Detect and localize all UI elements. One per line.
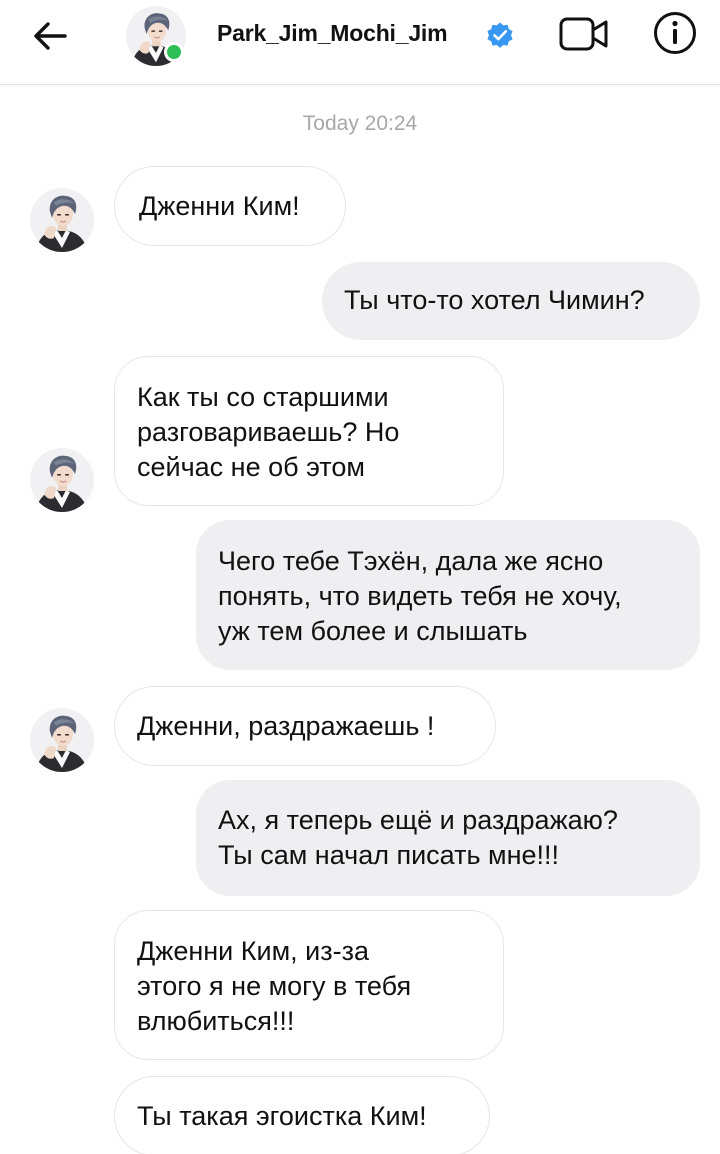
message-text-line: этого я не могу в тебя bbox=[137, 971, 412, 1001]
message-text-line: Ты что-то хотел Чимин? bbox=[344, 285, 645, 315]
outgoing-message-bubble[interactable]: Ты что-то хотел Чимин? bbox=[322, 262, 700, 340]
outgoing-message-bubble[interactable]: Чего тебе Тэхён, дала же ясно понять, чт… bbox=[196, 520, 700, 670]
contact-username[interactable]: Park_Jim_Mochi_Jim bbox=[217, 20, 448, 47]
profile-picture bbox=[30, 188, 94, 252]
sender-avatar[interactable] bbox=[30, 708, 94, 772]
message-text-line: понять, что видеть тебя не хочу, bbox=[218, 581, 622, 611]
video-call-button[interactable] bbox=[558, 12, 610, 56]
incoming-message-bubble[interactable]: Дженни Ким, из-за этого я не могу в тебя… bbox=[114, 910, 504, 1060]
message-text-line: Ах, я теперь ещё и раздражаю? bbox=[218, 805, 618, 835]
message-text-line: Дженни, раздражаешь ! bbox=[137, 711, 435, 741]
sender-avatar[interactable] bbox=[30, 188, 94, 252]
message-text-line: разговариваешь? Но bbox=[137, 417, 400, 447]
message-text-line: Чего тебе Тэхён, дала же ясно bbox=[218, 546, 604, 576]
chat-screen: Park_Jim_Mochi_Jim Today 20:24 Дженни Ки… bbox=[0, 0, 720, 1154]
message-text-line: Ты такая эгоистка Ким! bbox=[137, 1101, 427, 1131]
chat-header: Park_Jim_Mochi_Jim bbox=[0, 0, 720, 85]
incoming-message-bubble[interactable]: Дженни Ким! bbox=[114, 166, 346, 246]
message-text-line: Дженни Ким, из-за bbox=[137, 936, 369, 966]
info-icon bbox=[654, 12, 696, 54]
info-button[interactable] bbox=[650, 8, 700, 58]
outgoing-message-bubble[interactable]: Ах, я теперь ещё и раздражаю? Ты сам нач… bbox=[196, 780, 700, 896]
profile-picture bbox=[30, 708, 94, 772]
message-text-line: влюбиться!!! bbox=[137, 1006, 295, 1036]
video-camera-icon bbox=[559, 17, 608, 51]
message-text-line: Ты сам начал писать мне!!! bbox=[218, 840, 560, 870]
verified-badge-icon bbox=[487, 22, 513, 48]
profile-picture bbox=[30, 448, 94, 512]
incoming-message-bubble[interactable]: Дженни, раздражаешь ! bbox=[114, 686, 496, 766]
incoming-message-bubble[interactable]: Как ты со старшими разговариваешь? Но се… bbox=[114, 356, 504, 506]
chat-timestamp: Today 20:24 bbox=[302, 112, 418, 135]
sender-avatar[interactable] bbox=[30, 448, 94, 512]
message-text-line: Как ты со старшими bbox=[137, 382, 389, 412]
online-status-indicator bbox=[164, 42, 184, 62]
incoming-message-bubble[interactable]: Ты такая эгоистка Ким! bbox=[114, 1076, 490, 1154]
message-text-line: уж тем более и слышать bbox=[218, 616, 528, 646]
arrow-left-icon bbox=[34, 22, 67, 50]
message-text-line: Дженни Ким! bbox=[139, 191, 300, 221]
back-button[interactable] bbox=[22, 10, 78, 62]
message-text-line: сейчас не об этом bbox=[137, 452, 365, 482]
